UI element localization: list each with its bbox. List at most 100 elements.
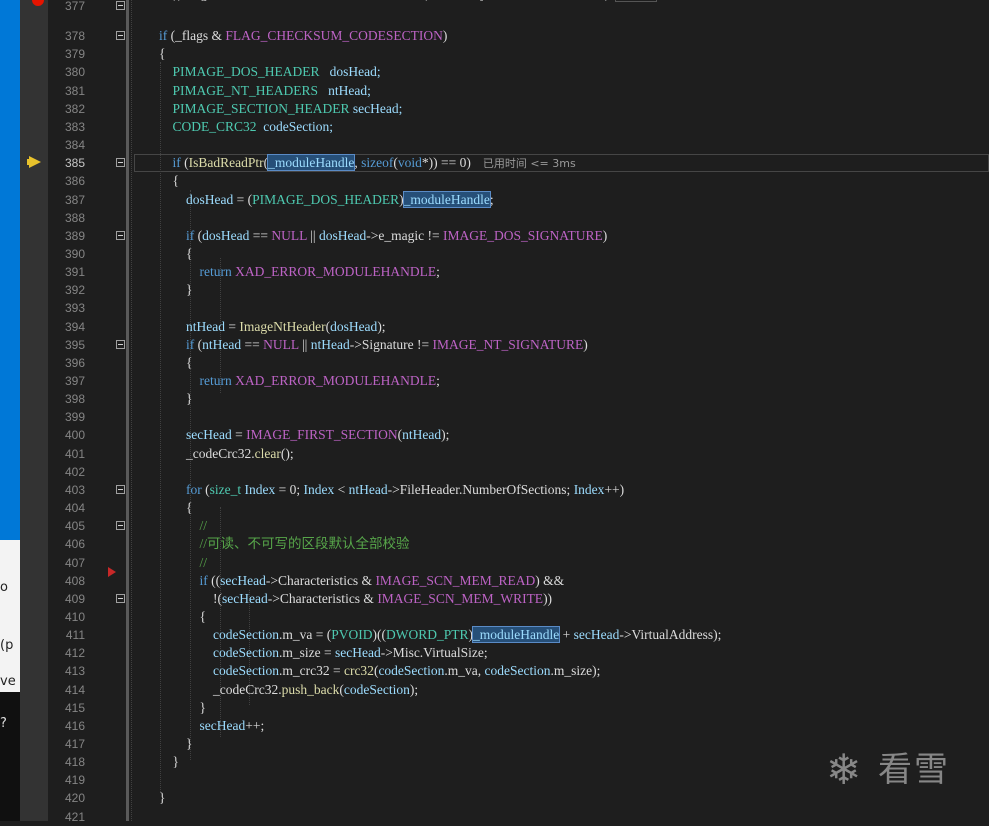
code-text[interactable]: if (_flags & FLAG_CHECKSUM_CODESECTION) (159, 27, 447, 45)
code-line[interactable]: 391 return XAD_ERROR_MODULEHANDLE; (0, 263, 989, 281)
code-line[interactable]: 389 if (dosHead == NULL || dosHead->e_ma… (0, 227, 989, 245)
code-text[interactable]: } (159, 735, 192, 753)
line-number: 382 (64, 101, 85, 116)
code-token: ntHead (402, 427, 442, 443)
code-text[interactable]: } (159, 753, 179, 771)
collapse-toggle-icon[interactable] (116, 339, 125, 349)
code-line[interactable]: 421 (0, 808, 989, 826)
code-text[interactable]: if ((secHead->Characteristics & IMAGE_SC… (159, 572, 565, 590)
code-text[interactable]: { (159, 608, 206, 626)
code-line[interactable]: 382 PIMAGE_SECTION_HEADER secHead; (0, 100, 989, 118)
collapse-toggle-icon[interactable] (116, 230, 125, 240)
line-number: 412 (64, 646, 85, 661)
code-text[interactable]: CODE_CRC32 codeSection; (159, 118, 334, 136)
code-line[interactable]: 395 if (ntHead == NULL || ntHead->Signat… (0, 336, 989, 354)
code-text[interactable]: if (IsBadReadPtr(_moduleHandle, sizeof(v… (159, 154, 576, 173)
code-text[interactable]: PIMAGE_NT_HEADERS ntHead; (159, 82, 371, 100)
code-line[interactable]: 386 { (0, 172, 989, 190)
code-line[interactable]: 387 dosHead = (PIMAGE_DOS_HEADER)_module… (0, 190, 989, 209)
code-line[interactable]: 393 (0, 299, 989, 317)
code-text[interactable]: secHead = IMAGE_FIRST_SECTION(ntHead); (159, 426, 449, 444)
code-text[interactable]: //可读、不可写的区段默认全部校验 (159, 535, 410, 553)
code-text[interactable]: { (159, 499, 192, 517)
code-line[interactable]: 410 { (0, 608, 989, 626)
collapse-toggle-icon[interactable] (116, 31, 125, 41)
collapse-toggle-icon[interactable] (116, 484, 125, 494)
code-text[interactable]: PIMAGE_SECTION_HEADER secHead; (159, 100, 403, 118)
code-line[interactable]: 390 { (0, 245, 989, 263)
code-text[interactable]: { (159, 45, 165, 63)
collapse-toggle-icon[interactable] (116, 1, 125, 10)
code-token: if (159, 28, 168, 44)
code-line[interactable]: 383 CODE_CRC32 codeSection; (0, 118, 989, 136)
code-line[interactable]: 396 { (0, 354, 989, 372)
code-line[interactable]: 404 { (0, 499, 989, 517)
line-number: 420 (64, 791, 85, 806)
code-text[interactable]: } (159, 390, 192, 408)
code-line[interactable]: 402 (0, 463, 989, 481)
code-text[interactable]: } (159, 281, 192, 299)
code-text[interactable]: for (size_t Index = 0; Index < ntHead->F… (159, 481, 624, 499)
code-text[interactable]: if ((_flags & FLAG_CHECKSUM_NTOSKRNL) &&… (159, 0, 657, 4)
code-line[interactable]: 403 for (size_t Index = 0; Index < ntHea… (0, 481, 989, 499)
code-token: .m_crc32 = (278, 663, 344, 679)
code-text[interactable]: { (159, 245, 192, 263)
code-line[interactable]: 398 } (0, 390, 989, 408)
code-text[interactable]: // (159, 517, 208, 535)
code-text[interactable]: { (159, 354, 192, 372)
code-text[interactable]: if (dosHead == NULL || dosHead->e_magic … (159, 227, 607, 245)
code-text[interactable]: _codeCrc32.clear(); (159, 445, 294, 463)
code-text[interactable]: codeSection.m_va = (PVOID)((DWORD_PTR)_m… (159, 626, 721, 644)
code-line[interactable]: 400 secHead = IMAGE_FIRST_SECTION(ntHead… (0, 426, 989, 444)
code-line[interactable]: 409 !(secHead->Characteristics & IMAGE_S… (0, 590, 989, 608)
code-text[interactable]: secHead++; (159, 717, 265, 735)
code-line[interactable]: 416 secHead++; (0, 717, 989, 735)
collapsed-block-badge[interactable]: { ... } (615, 0, 657, 2)
code-text[interactable]: ntHead = ImageNtHeader(dosHead); (159, 318, 386, 336)
code-line[interactable]: 413 codeSection.m_crc32 = crc32(codeSect… (0, 662, 989, 680)
code-text[interactable]: codeSection.m_crc32 = crc32(codeSection.… (159, 662, 600, 680)
code-line[interactable]: 394 ntHead = ImageNtHeader(dosHead); (0, 318, 989, 336)
code-line[interactable]: 407 // (0, 554, 989, 572)
code-token: )) (543, 590, 553, 606)
code-line[interactable]: 408 if ((secHead->Characteristics & IMAG… (0, 572, 989, 590)
code-line[interactable]: 381 PIMAGE_NT_HEADERS ntHead; (0, 82, 989, 100)
code-text[interactable]: // (159, 554, 208, 572)
perf-tip-elapsed[interactable]: 已用时间 <= 3ms (483, 157, 576, 170)
code-line[interactable]: 414 _codeCrc32.push_back(codeSection); (0, 681, 989, 699)
code-line[interactable]: 384 (0, 136, 989, 154)
code-line[interactable]: 401 _codeCrc32.clear(); (0, 445, 989, 463)
code-text[interactable]: } (159, 699, 206, 717)
code-text[interactable]: _codeCrc32.push_back(codeSection); (159, 681, 418, 699)
code-line[interactable]: 406 //可读、不可写的区段默认全部校验 (0, 535, 989, 553)
code-line[interactable]: 377 if ((_flags & FLAG_CHECKSUM_NTOSKRNL)… (0, 0, 989, 15)
code-token: PIMAGE_SECTION_HEADER (172, 100, 350, 116)
code-text[interactable]: return XAD_ERROR_MODULEHANDLE; (159, 263, 440, 281)
code-line[interactable]: 385 if (IsBadReadPtr(_moduleHandle, size… (0, 154, 989, 172)
code-line[interactable]: 380 PIMAGE_DOS_HEADER dosHead; (0, 63, 989, 81)
code-line[interactable]: 379 { (0, 45, 989, 63)
code-line[interactable]: 378 if (_flags & FLAG_CHECKSUM_CODESECTIO… (0, 27, 989, 45)
code-line[interactable]: 388 (0, 209, 989, 227)
code-line[interactable]: 399 (0, 408, 989, 426)
code-line[interactable]: 412 codeSection.m_size = secHead->Misc.V… (0, 644, 989, 662)
code-line[interactable]: 392 } (0, 281, 989, 299)
code-line[interactable]: 397 return XAD_ERROR_MODULEHANDLE; (0, 372, 989, 390)
code-line[interactable]: 411 codeSection.m_va = (PVOID)((DWORD_PT… (0, 626, 989, 644)
code-text[interactable]: dosHead = (PIMAGE_DOS_HEADER)_moduleHand… (159, 190, 494, 209)
code-text[interactable]: PIMAGE_DOS_HEADER dosHead; (159, 63, 381, 81)
code-text[interactable]: if (ntHead == NULL || ntHead->Signature … (159, 336, 588, 354)
collapse-toggle-icon[interactable] (116, 521, 125, 531)
code-text[interactable]: !(secHead->Characteristics & IMAGE_SCN_M… (159, 590, 552, 608)
code-text[interactable]: return XAD_ERROR_MODULEHANDLE; (159, 372, 440, 390)
code-text[interactable]: { (159, 172, 179, 190)
code-line[interactable]: 415 } (0, 699, 989, 717)
line-number: 378 (64, 29, 85, 44)
code-line[interactable]: 405 // (0, 517, 989, 535)
code-text[interactable]: } (159, 789, 165, 807)
code-token: secHead (199, 717, 246, 733)
collapse-toggle-icon[interactable] (116, 593, 125, 603)
collapse-toggle-icon[interactable] (116, 158, 125, 168)
code-text[interactable]: codeSection.m_size = secHead->Misc.Virtu… (159, 644, 488, 662)
